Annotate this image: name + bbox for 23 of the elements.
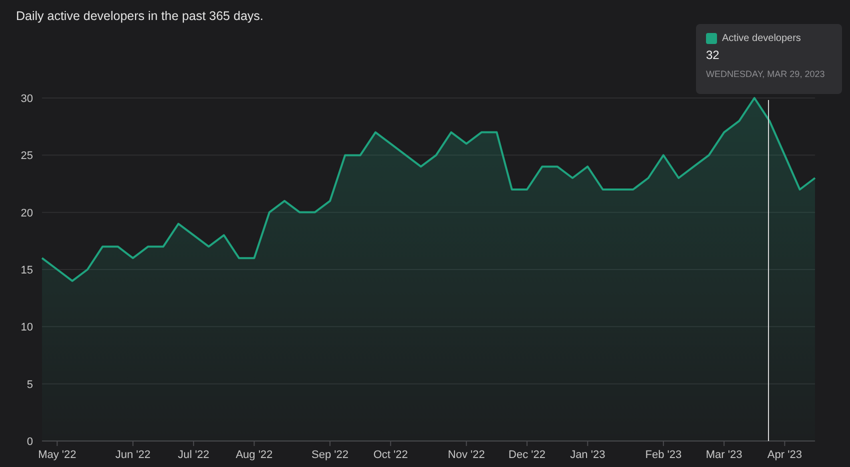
x-tick-label: Nov '22 xyxy=(448,449,485,461)
series-name: Active developers xyxy=(722,33,801,44)
x-tick-label: May '22 xyxy=(38,449,76,461)
x-tick-label: Feb '23 xyxy=(645,449,682,461)
y-tick-label: 20 xyxy=(20,207,33,220)
y-tick-label: 10 xyxy=(20,322,33,334)
x-tick-label: Apr '23 xyxy=(767,449,802,461)
x-tick-label: Sep '22 xyxy=(312,449,348,461)
x-tick-label: Jul '22 xyxy=(178,449,210,461)
tooltip-value: 32 xyxy=(706,48,720,62)
chart-title: Daily active developers in the past 365 days. xyxy=(15,8,264,25)
x-tick-label: Jun '22 xyxy=(115,449,150,461)
x-tick-label: Mar '23 xyxy=(706,449,742,461)
x-tick-label: Jan '23 xyxy=(570,449,606,461)
tooltip-date: WEDNESDAY, MAR 29, 2023 xyxy=(706,69,826,79)
y-tick-label: 25 xyxy=(20,150,33,162)
y-tick-label: 15 xyxy=(20,264,33,276)
x-tick-label: Dec '22 xyxy=(508,449,546,461)
x-tick-label: Aug '22 xyxy=(236,449,273,461)
x-tick-label: Oct '22 xyxy=(373,449,408,461)
y-tick-label: 5 xyxy=(26,378,33,391)
y-tick-label: 0 xyxy=(26,436,33,448)
y-tick-label: 30 xyxy=(20,93,33,105)
